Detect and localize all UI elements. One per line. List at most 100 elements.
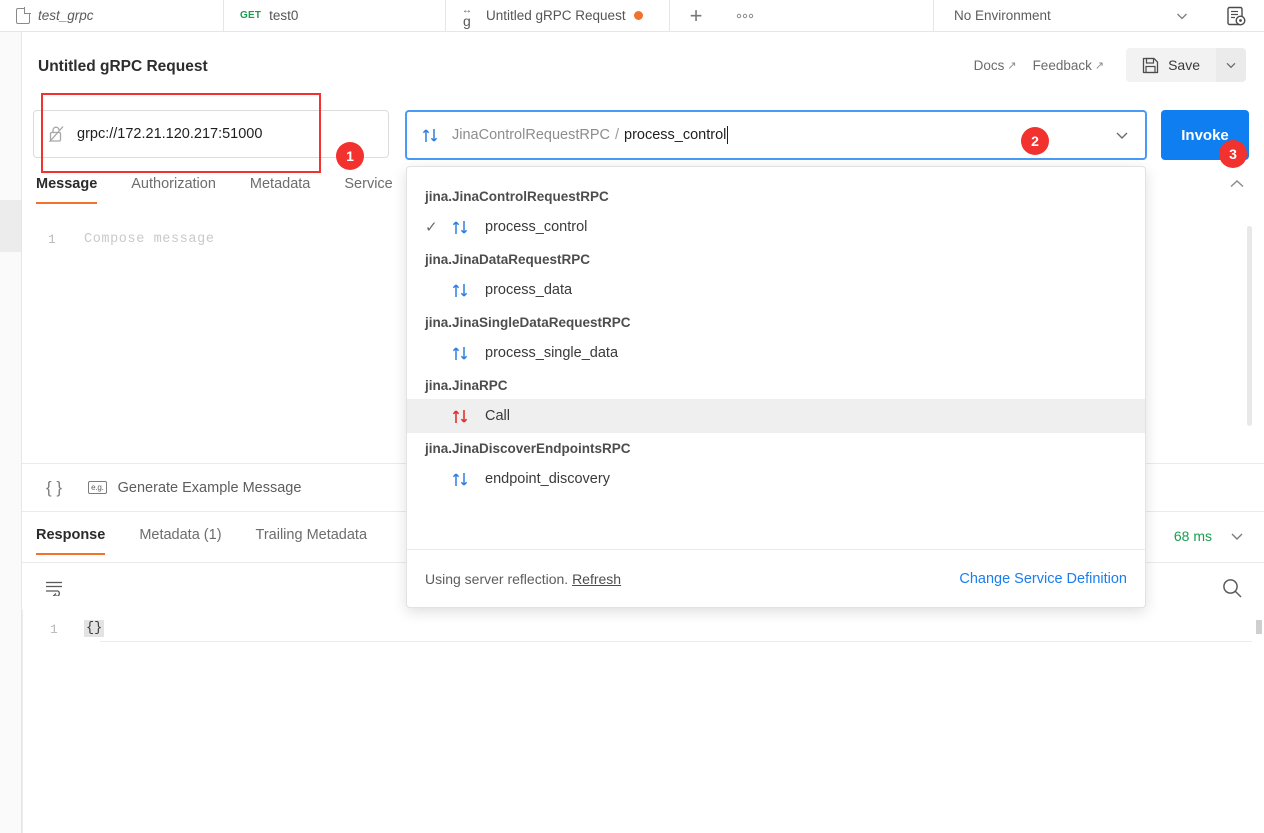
save-button[interactable]: Save (1126, 48, 1216, 82)
response-meta: 68 ms (1174, 527, 1246, 545)
tab-label: test_grpc (38, 8, 94, 23)
external-link-icon: ↗ (1007, 59, 1017, 72)
change-service-definition-link[interactable]: Change Service Definition (959, 571, 1127, 587)
method-dropdown-caret[interactable] (1113, 126, 1131, 144)
check-icon-placeholder: ✓ (425, 407, 451, 425)
tab-test-grpc[interactable]: test_grpc (0, 0, 224, 31)
response-scrollbar[interactable] (1256, 620, 1262, 634)
method-dropdown-menu: jina.JinaControlRequestRPC ✓ process_con… (406, 166, 1146, 608)
tab-test0[interactable]: GET test0 (224, 0, 446, 31)
editor-scrollbar[interactable] (1247, 226, 1252, 426)
method-option-label: process_single_data (485, 345, 619, 361)
tab-response[interactable]: Response (36, 527, 106, 555)
method-option-label: endpoint_discovery (485, 471, 610, 487)
response-body[interactable]: 1 {} (22, 610, 1264, 833)
http-method-label: GET (240, 10, 262, 21)
check-icon-placeholder: ✓ (425, 281, 451, 299)
environment-selector[interactable]: No Environment (934, 0, 1208, 31)
bidirectional-arrows-icon (451, 282, 485, 299)
request-collapse-caret[interactable] (1228, 178, 1246, 190)
feedback-link[interactable]: Feedback ↗ (1033, 58, 1105, 73)
method-option-label: Call (485, 408, 510, 424)
floppy-disk-icon (1142, 57, 1159, 74)
tab-untitled-grpc-request[interactable]: ↔ g Untitled gRPC Request (446, 0, 670, 31)
postman-grpc-window: test_grpc GET test0 ↔ g Untitled gRPC Req… (0, 0, 1264, 833)
method-service-name: JinaControlRequestRPC (452, 127, 610, 143)
tab-bar-spacer (768, 0, 934, 31)
generate-example-message-button[interactable]: e.g. Generate Example Message (88, 480, 301, 496)
bidirectional-arrows-icon (421, 127, 440, 144)
method-option-endpoint-discovery[interactable]: ✓ endpoint_discovery (407, 462, 1145, 496)
header-actions: Docs ↗ Feedback ↗ Save (974, 48, 1246, 82)
document-icon (16, 7, 30, 24)
text-cursor (727, 126, 729, 144)
editor-line-number: 1 (48, 232, 56, 247)
reflection-note: Using server reflection. Refresh (425, 571, 621, 587)
tab-label: Untitled gRPC Request (486, 8, 626, 23)
service-group-header: jina.JinaDataRequestRPC (425, 252, 591, 267)
method-option-process-control[interactable]: ✓ process_control (407, 210, 1145, 244)
method-option-process-data[interactable]: ✓ process_data (407, 273, 1145, 307)
bidirectional-arrows-icon (451, 345, 485, 362)
bidirectional-streaming-arrows-icon (451, 408, 485, 425)
word-wrap-icon[interactable] (45, 580, 65, 596)
service-group-header: jina.JinaRPC (425, 378, 508, 393)
service-group-header: jina.JinaSingleDataRequestRPC (425, 315, 631, 330)
tab-label: test0 (269, 8, 299, 23)
check-icon: ✓ (425, 219, 438, 236)
format-json-icon[interactable]: { } (46, 478, 62, 498)
annotation-badge-3: 3 (1219, 140, 1247, 168)
reflection-text: Using server reflection. (425, 570, 569, 587)
dropdown-footer: Using server reflection. Refresh Change … (407, 549, 1145, 607)
method-option-call[interactable]: ✓ Call (407, 399, 1145, 433)
response-body-value: {} (84, 620, 105, 637)
tab-message[interactable]: Message (36, 176, 98, 204)
method-option-label: process_data (485, 282, 573, 298)
grpc-url-value: grpc://172.21.120.217:51000 (77, 126, 263, 142)
editor-placeholder: Compose message (84, 232, 215, 247)
example-icon: e.g. (88, 481, 107, 494)
external-link-icon: ↗ (1094, 59, 1105, 72)
response-row-divider (100, 641, 1252, 642)
tab-service[interactable]: Service (344, 176, 392, 204)
environment-label: No Environment (954, 8, 1051, 23)
check-icon-placeholder: ✓ (425, 470, 451, 488)
tab-bar: test_grpc GET test0 ↔ g Untitled gRPC Req… (0, 0, 1264, 32)
environment-quick-look-icon[interactable] (1208, 0, 1264, 31)
tab-more-options-icon[interactable] (722, 0, 768, 31)
new-tab-button[interactable]: + (670, 0, 722, 31)
method-option-process-single-data[interactable]: ✓ process_single_data (407, 336, 1145, 370)
service-group-header: jina.JinaControlRequestRPC (425, 189, 609, 204)
tab-authorization[interactable]: Authorization (131, 176, 216, 204)
bidirectional-arrows-icon (451, 219, 485, 236)
tab-response-metadata[interactable]: Metadata (1) (139, 527, 221, 555)
tab-metadata[interactable]: Metadata (250, 176, 310, 204)
method-dropdown-list: jina.JinaControlRequestRPC ✓ process_con… (407, 167, 1145, 549)
annotation-badge-1: 1 (336, 142, 364, 170)
left-rail-active-block (0, 200, 21, 252)
response-left-edge (22, 610, 23, 833)
save-label: Save (1168, 57, 1200, 73)
docs-label: Docs (973, 57, 1005, 73)
save-options-caret[interactable] (1216, 48, 1246, 82)
search-icon[interactable] (1220, 576, 1244, 600)
grpc-url-input[interactable]: grpc://172.21.120.217:51000 (33, 110, 389, 158)
grpc-icon: ↔ g (462, 4, 472, 29)
generate-example-label: Generate Example Message (117, 479, 302, 496)
unsaved-indicator-dot (633, 11, 643, 20)
refresh-link[interactable]: Refresh (572, 571, 621, 587)
response-time: 68 ms (1173, 528, 1212, 544)
service-group-header: jina.JinaDiscoverEndpointsRPC (425, 441, 631, 456)
response-collapse-caret[interactable] (1228, 527, 1246, 545)
tab-trailing-metadata[interactable]: Trailing Metadata (256, 527, 368, 555)
bidirectional-arrows-icon (451, 471, 485, 488)
response-line-number: 1 (50, 622, 58, 637)
docs-link[interactable]: Docs ↗ (974, 58, 1017, 73)
feedback-label: Feedback (1032, 57, 1092, 73)
request-tabs: Message Authorization Metadata Service (36, 176, 393, 204)
page-title: Untitled gRPC Request (38, 58, 208, 75)
chevron-down-icon (1174, 8, 1190, 24)
save-button-group: Save (1126, 48, 1246, 82)
left-rail (0, 32, 22, 833)
method-option-label: process_control (485, 219, 588, 235)
